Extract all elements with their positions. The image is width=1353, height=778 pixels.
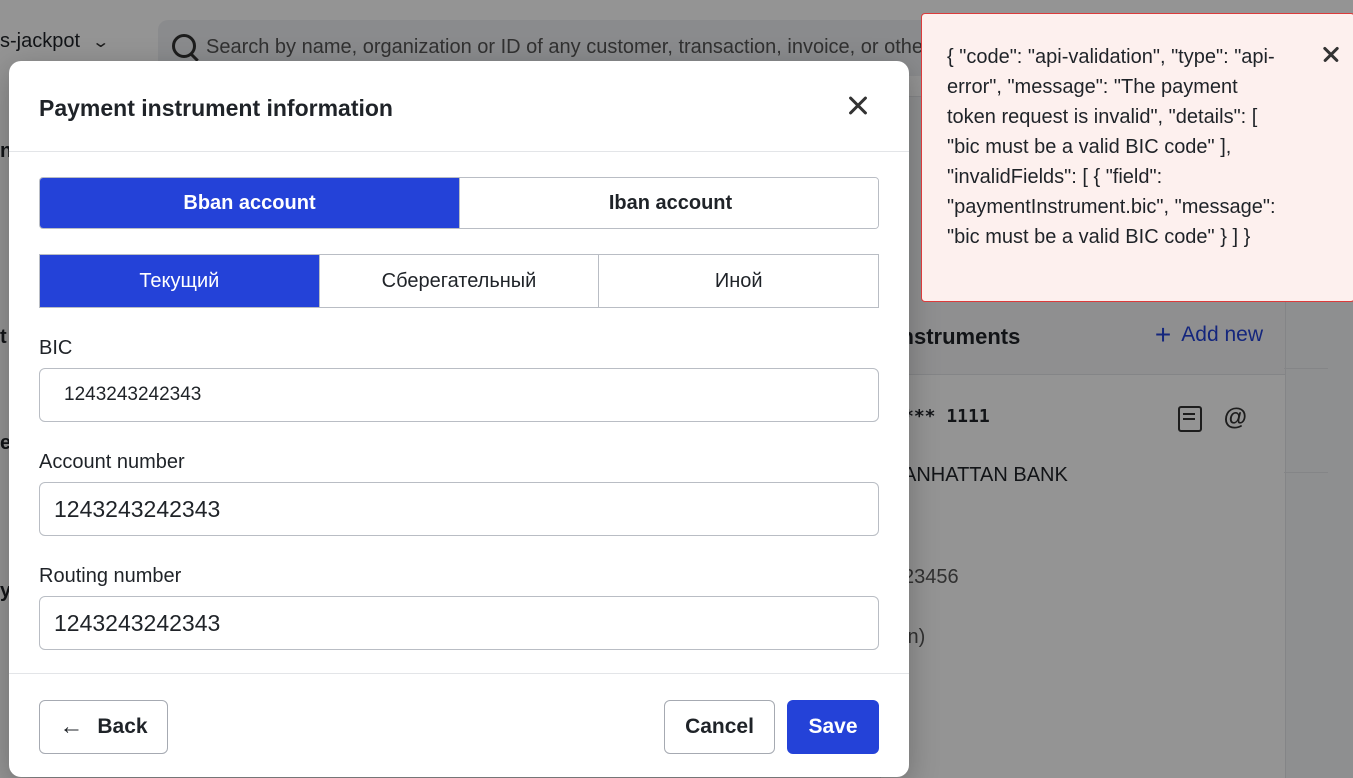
routing-number-label: Routing number xyxy=(39,565,182,587)
account-number-label: Account number xyxy=(39,451,185,473)
back-label: Back xyxy=(97,715,148,738)
payment-instrument-modal: Payment instrument information Bban acco… xyxy=(9,61,909,777)
account-type-toggle: Bban account Iban account xyxy=(39,177,879,229)
error-message: { "code": "api-validation", "type": "api… xyxy=(947,46,1276,248)
account-number-field[interactable] xyxy=(39,482,879,536)
bban-account-option[interactable]: Bban account xyxy=(40,178,459,228)
subtype-current[interactable]: Текущий xyxy=(40,255,319,307)
subtype-savings[interactable]: Сберегательный xyxy=(318,255,599,307)
modal-header: Payment instrument information xyxy=(9,61,909,152)
modal-footer: ← Back Cancel Save xyxy=(9,673,909,777)
modal-title: Payment instrument information xyxy=(39,95,393,121)
routing-number-field[interactable] xyxy=(39,596,879,650)
cancel-button[interactable]: Cancel xyxy=(664,700,775,754)
save-button[interactable]: Save xyxy=(787,700,879,754)
bic-label: BIC xyxy=(39,337,73,359)
account-subtype-selector: Текущий Сберегательный Иной xyxy=(39,254,879,308)
close-icon[interactable] xyxy=(843,91,873,121)
close-icon[interactable] xyxy=(1319,42,1343,66)
arrow-left-icon: ← xyxy=(59,713,84,740)
bic-field[interactable] xyxy=(39,368,879,422)
iban-account-option[interactable]: Iban account xyxy=(459,178,878,228)
back-button[interactable]: ← Back xyxy=(39,700,168,754)
subtype-other[interactable]: Иной xyxy=(598,255,879,307)
error-toast: { "code": "api-validation", "type": "api… xyxy=(921,13,1353,302)
